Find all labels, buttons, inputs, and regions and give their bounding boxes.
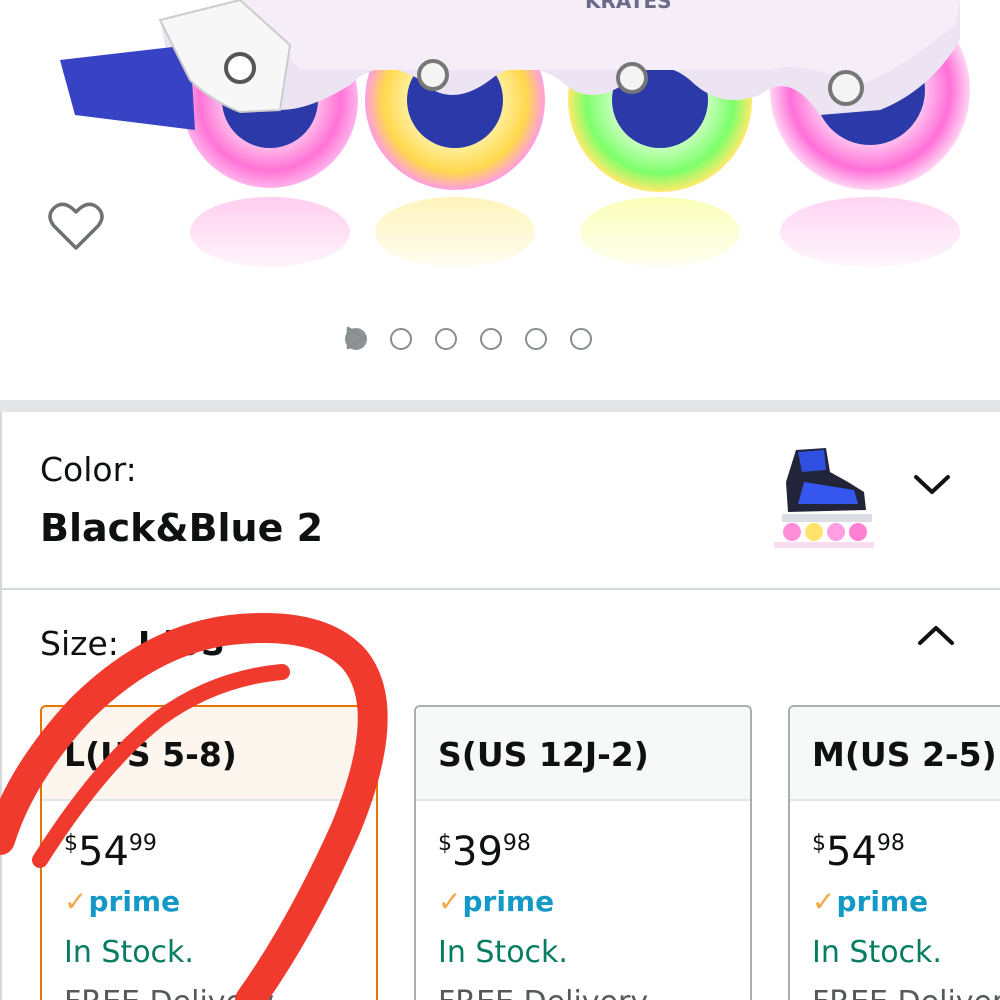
prime-label: prime <box>462 885 555 918</box>
price-dollars: 54 <box>826 829 877 875</box>
prime-badge: ✓prime <box>438 885 554 918</box>
color-value: Black&Blue 2 <box>40 506 324 550</box>
price-currency: $ <box>812 831 826 856</box>
delivery-info: FREE Delivery <box>64 985 274 1000</box>
carousel-dot[interactable] <box>525 328 547 350</box>
prime-label: prime <box>88 885 181 918</box>
size-option-price: $3998 <box>438 829 531 875</box>
carousel-dot[interactable] <box>570 328 592 350</box>
size-option-card[interactable]: M(US 2-5) $5498 ✓prime In Stock. FREE De… <box>788 705 1000 1000</box>
color-thumbnail <box>774 448 874 548</box>
size-option-card[interactable]: L(US 5-8) $5499 ✓prime In Stock. FREE De… <box>40 705 378 1000</box>
product-image[interactable]: KRATES <box>0 0 1000 400</box>
size-selector: Size: L(US L(US 5-8) $5499 ✓prime In Sto… <box>0 590 1000 1000</box>
prime-check-icon: ✓ <box>812 885 836 918</box>
size-option-price: $5499 <box>64 829 157 875</box>
price-cents: 98 <box>876 831 905 856</box>
brand-text: KRATES <box>585 0 672 13</box>
size-option-name: M(US 2-5) <box>790 707 1000 801</box>
carousel-dot[interactable] <box>390 328 412 350</box>
stock-status: In Stock. <box>438 935 568 970</box>
price-cents: 98 <box>502 831 531 856</box>
image-carousel-dots <box>345 326 592 352</box>
play-triangle-icon[interactable] <box>345 326 367 350</box>
size-value: L(US <box>138 624 225 663</box>
price-dollars: 39 <box>452 829 503 875</box>
stock-status: In Stock. <box>812 935 942 970</box>
size-option-card[interactable]: S(US 12J-2) $3998 ✓prime In Stock. FREE … <box>414 705 752 1000</box>
size-label: Size: <box>40 624 119 663</box>
price-cents: 99 <box>128 831 157 856</box>
color-selector[interactable]: Color: Black&Blue 2 <box>0 412 1000 590</box>
prime-badge: ✓prime <box>812 885 928 918</box>
prime-label: prime <box>836 885 929 918</box>
stock-status: In Stock. <box>64 935 194 970</box>
prime-badge: ✓prime <box>64 885 180 918</box>
carousel-dot[interactable] <box>480 328 502 350</box>
size-option-price: $5498 <box>812 829 905 875</box>
price-currency: $ <box>64 831 78 856</box>
delivery-info: FREE Delivery <box>438 985 648 1000</box>
size-option-name: L(US 5-8) <box>42 707 376 801</box>
price-dollars: 54 <box>78 829 129 875</box>
wishlist-button[interactable] <box>48 200 130 282</box>
price-currency: $ <box>438 831 452 856</box>
section-divider <box>0 400 1000 412</box>
heart-outline-icon <box>48 202 104 250</box>
delivery-info: FREE Delivery <box>812 985 1000 1000</box>
size-option-name: S(US 12J-2) <box>416 707 750 801</box>
prime-check-icon: ✓ <box>64 885 88 918</box>
carousel-dot[interactable] <box>435 328 457 350</box>
chevron-down-icon[interactable] <box>910 470 954 500</box>
chevron-up-icon[interactable] <box>914 620 958 650</box>
color-label: Color: <box>40 450 137 489</box>
prime-check-icon: ✓ <box>438 885 462 918</box>
